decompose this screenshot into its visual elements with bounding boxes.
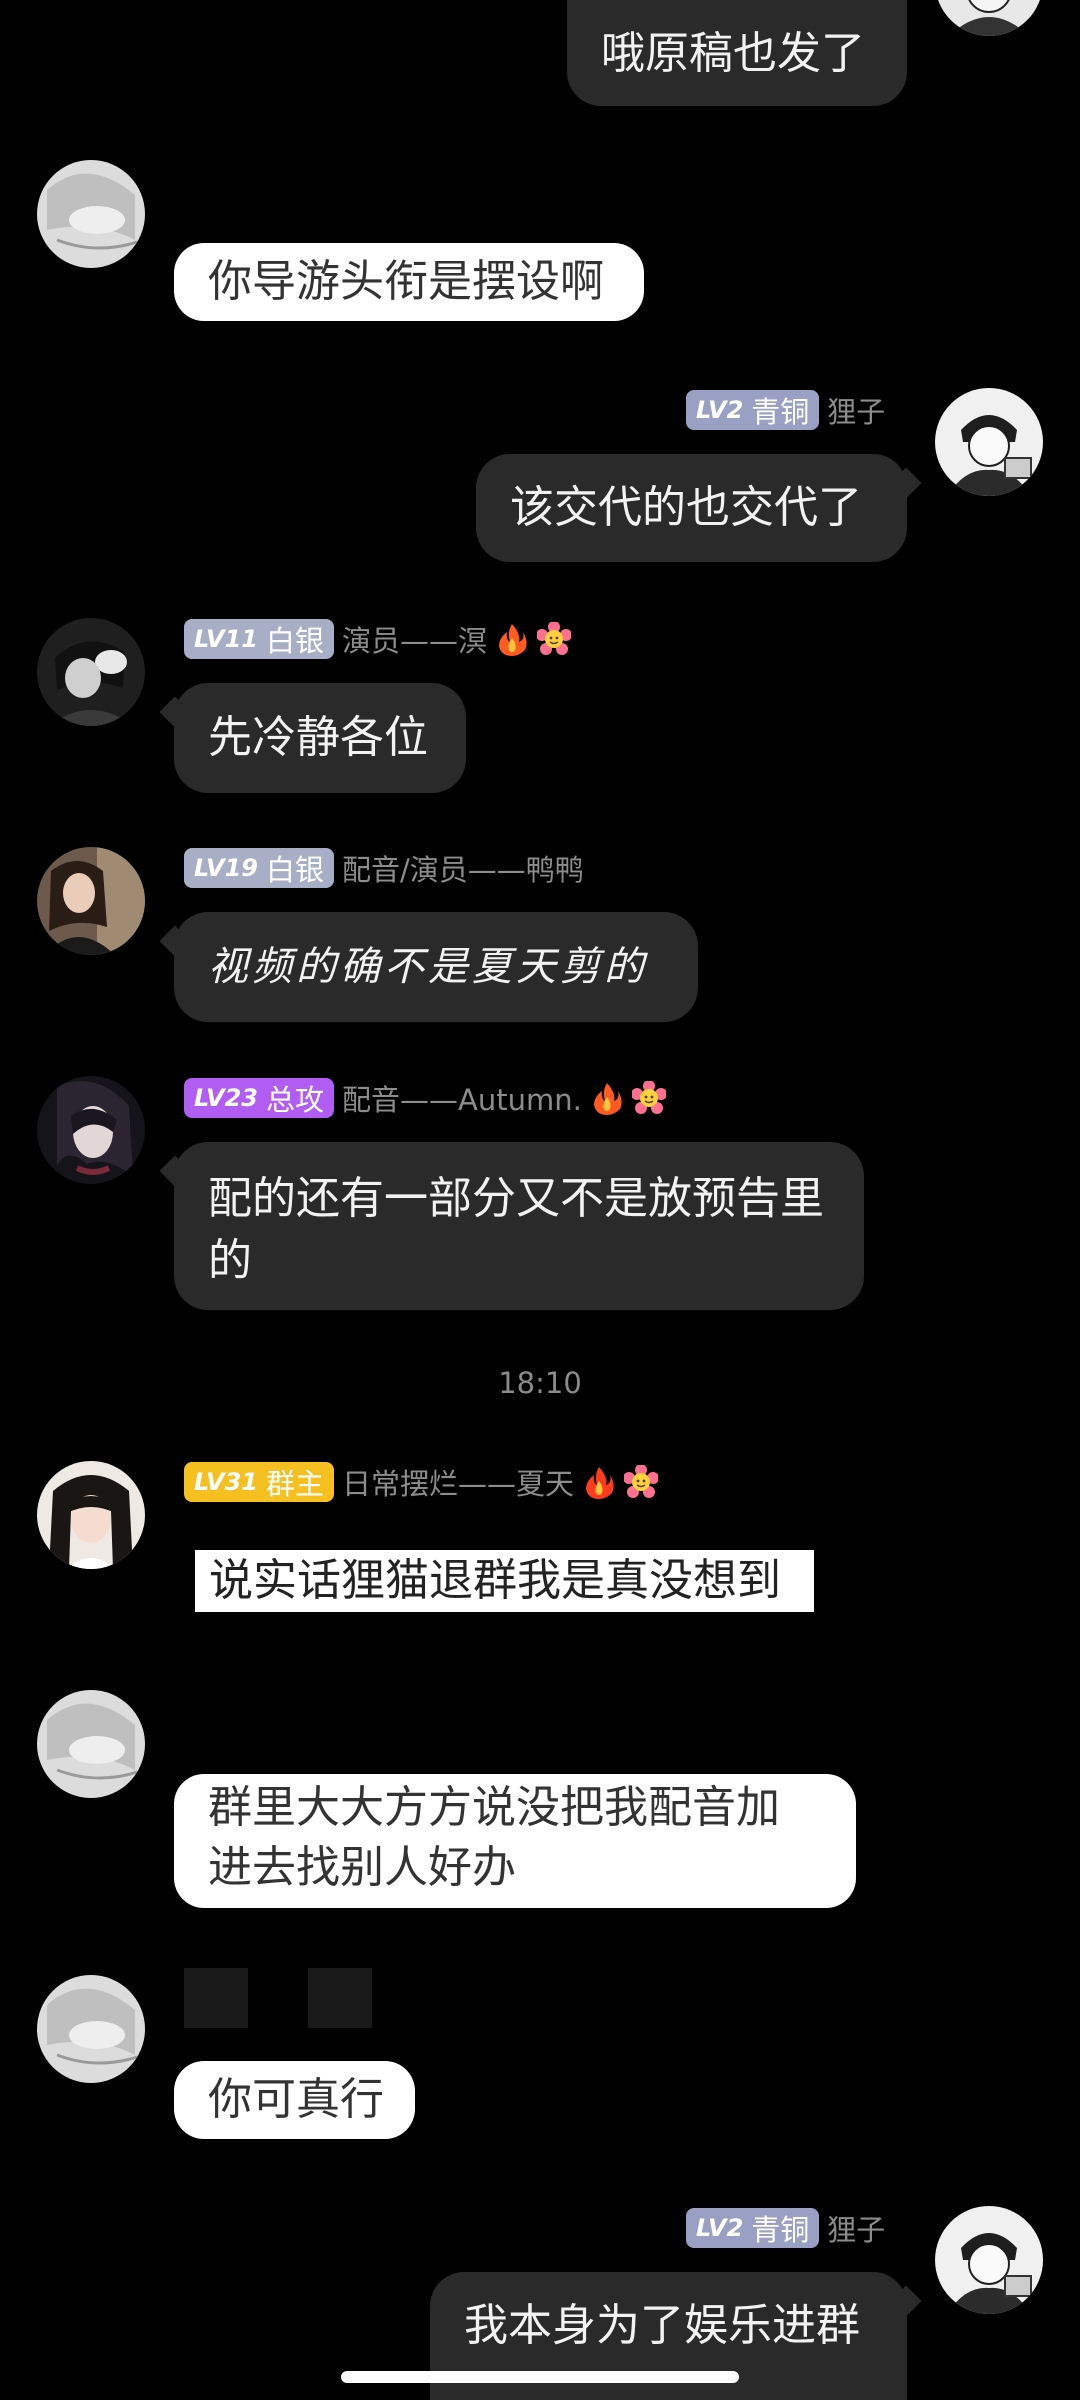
timestamp: 18:10 bbox=[498, 1366, 582, 1400]
avatar[interactable] bbox=[37, 160, 145, 268]
fire-icon bbox=[499, 624, 527, 656]
level-badge: LV23 总攻 bbox=[184, 1078, 334, 1118]
level-badge: LV2 青铜 bbox=[686, 2208, 820, 2248]
bubble-tail bbox=[890, 2285, 922, 2317]
avatar[interactable] bbox=[37, 1690, 145, 1798]
message-text: 你导游头衔是摆设啊 bbox=[208, 256, 604, 307]
message-text: 该交代的也交代了 bbox=[510, 482, 862, 533]
bubble-tail bbox=[890, 467, 922, 499]
message-bubble[interactable]: 该交代的也交代了 bbox=[476, 454, 922, 562]
bubble-tail bbox=[159, 1155, 191, 1187]
sender-header: LV23 总攻 配音——Autumn. bbox=[184, 1076, 666, 1120]
level-badge: LV2 青铜 bbox=[686, 390, 820, 430]
message-text: 我本身为了娱乐进群 bbox=[464, 2300, 860, 2351]
fire-icon bbox=[586, 1467, 614, 1499]
avatar[interactable] bbox=[37, 847, 145, 955]
sender-header: LV31 群主 日常摆烂——夏天 bbox=[184, 1460, 658, 1504]
message-text: 说实话狸猫退群我是真没想到 bbox=[209, 1555, 781, 1606]
flower-face-icon bbox=[624, 1465, 658, 1498]
flower-face-icon bbox=[631, 1081, 666, 1114]
fire-icon bbox=[593, 1083, 622, 1115]
avatar[interactable] bbox=[37, 1076, 145, 1184]
level-badge: LV11 白银 bbox=[184, 619, 334, 659]
message-bubble[interactable]: 先冷静各位 bbox=[159, 683, 466, 793]
sender-header: LV11 白银 演员——溟 bbox=[184, 617, 571, 661]
message-text: 哦原稿也发了 bbox=[601, 28, 865, 79]
sender-name[interactable]: 演员——溟 bbox=[342, 618, 487, 660]
sender-header: LV19 白银 配音/演员——鸭鸭 bbox=[184, 846, 584, 890]
message-bubble[interactable]: 你可真行 bbox=[174, 2061, 415, 2139]
avatar[interactable] bbox=[935, 388, 1043, 496]
avatar[interactable] bbox=[37, 1975, 145, 2083]
message-text: 群里大大方方说没把我配音加进去找别人好办 bbox=[208, 1782, 780, 1893]
sender-name[interactable]: 配音/演员——鸭鸭 bbox=[342, 847, 584, 889]
sender-header: LV2 青铜 狸子 bbox=[686, 388, 885, 432]
avatar[interactable] bbox=[37, 1461, 145, 1569]
message-bubble[interactable]: 视频的确不是夏天剪的 bbox=[159, 912, 698, 1022]
message-bubble[interactable]: 说实话狸猫退群我是真没想到 bbox=[195, 1550, 814, 1612]
flower-face-icon bbox=[537, 622, 571, 655]
redacted-badge bbox=[184, 1968, 248, 2028]
redacted-name bbox=[308, 1968, 372, 2028]
avatar[interactable] bbox=[935, 2206, 1043, 2314]
sender-name[interactable]: 日常摆烂——夏天 bbox=[342, 1461, 574, 1503]
message-text: 配的还有一部分又不是放预告里的 bbox=[208, 1173, 824, 1286]
message-text: 先冷静各位 bbox=[208, 712, 428, 763]
level-badge: LV31 群主 bbox=[184, 1462, 334, 1502]
sender-header: LV2 青铜 狸子 bbox=[686, 2206, 885, 2250]
message-bubble[interactable]: 你导游头衔是摆设啊 bbox=[174, 243, 644, 321]
bubble-tail bbox=[159, 696, 191, 728]
avatar[interactable] bbox=[37, 618, 145, 726]
level-badge: LV19 白银 bbox=[184, 848, 334, 888]
sender-name[interactable]: 狸子 bbox=[827, 389, 885, 431]
message-bubble[interactable]: 哦原稿也发了 bbox=[567, 0, 907, 106]
message-text: 视频的确不是夏天剪的 bbox=[208, 944, 648, 990]
sender-name[interactable]: 配音——Autumn. bbox=[342, 1077, 582, 1119]
message-bubble[interactable]: 配的还有一部分又不是放预告里的 bbox=[159, 1142, 864, 1310]
sender-name[interactable]: 狸子 bbox=[827, 2207, 885, 2249]
home-indicator[interactable] bbox=[341, 2371, 739, 2383]
message-bubble[interactable]: 群里大大方方说没把我配音加进去找别人好办 bbox=[174, 1774, 856, 1908]
message-text: 你可真行 bbox=[208, 2074, 384, 2125]
avatar[interactable] bbox=[935, 0, 1043, 36]
bubble-tail bbox=[159, 925, 191, 957]
